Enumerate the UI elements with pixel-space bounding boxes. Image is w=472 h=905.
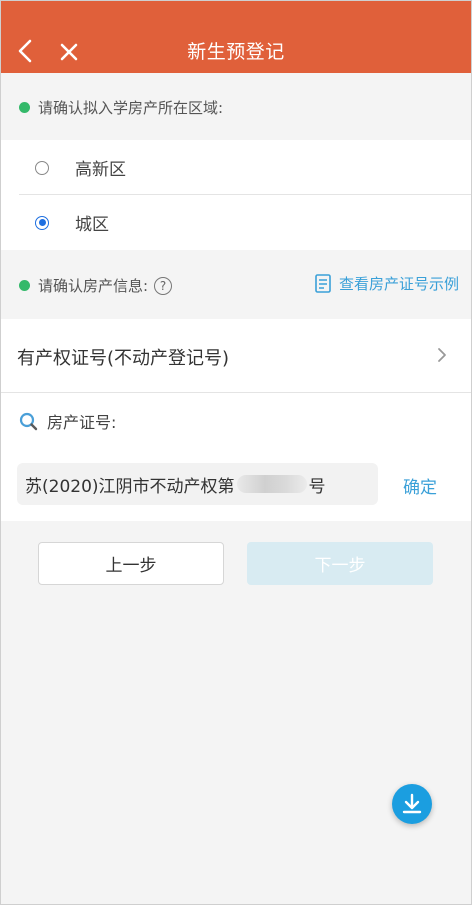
view-example-link[interactable]: 查看房产证号示例 [315, 273, 459, 294]
download-button[interactable] [392, 784, 432, 824]
radio-unchecked-icon[interactable] [35, 160, 49, 175]
redacted-number [236, 475, 307, 493]
download-icon [402, 793, 422, 814]
divider [1, 392, 471, 393]
chevron-right-icon[interactable] [437, 347, 447, 363]
area-option-label: 高新区 [75, 160, 126, 180]
green-dot-icon [19, 280, 30, 291]
question-circle-icon[interactable]: ? [154, 276, 173, 295]
property-prompt-text: 请确认房产信息: [38, 277, 149, 295]
certificate-search-label: 房产证号: [19, 409, 116, 433]
app-header: 新生预登记 [1, 1, 471, 73]
view-example-label: 查看房产证号示例 [338, 275, 459, 293]
search-icon [19, 412, 38, 430]
area-option-label: 城区 [75, 215, 109, 235]
property-prompt: 请确认房产信息: ? [19, 275, 173, 296]
certificate-prefix: 苏(2020)江阴市不动产权第 [25, 476, 235, 497]
green-dot-icon [19, 102, 30, 113]
certificate-type-selector[interactable]: 有产权证号(不动产登记号) [17, 344, 229, 370]
page-title: 新生预登记 [187, 41, 285, 63]
radio-checked-icon[interactable] [35, 215, 49, 230]
certificate-suffix: 号 [308, 476, 326, 497]
area-option-chengqu[interactable]: 城区 [1, 195, 471, 250]
area-option-gaoxin[interactable]: 高新区 [1, 140, 471, 195]
next-step-button[interactable]: 下一步 [247, 542, 433, 585]
area-prompt-text: 请确认拟入学房产所在区域: [38, 99, 224, 117]
confirm-button[interactable]: 确定 [403, 473, 437, 498]
document-icon [315, 274, 331, 293]
area-prompt: 请确认拟入学房产所在区域: [19, 97, 223, 118]
previous-step-button[interactable]: 上一步 [38, 542, 224, 585]
certificate-search-text: 房产证号: [47, 413, 117, 432]
certificate-number-input[interactable]: 苏(2020)江阴市不动产权第 号 [17, 463, 378, 505]
